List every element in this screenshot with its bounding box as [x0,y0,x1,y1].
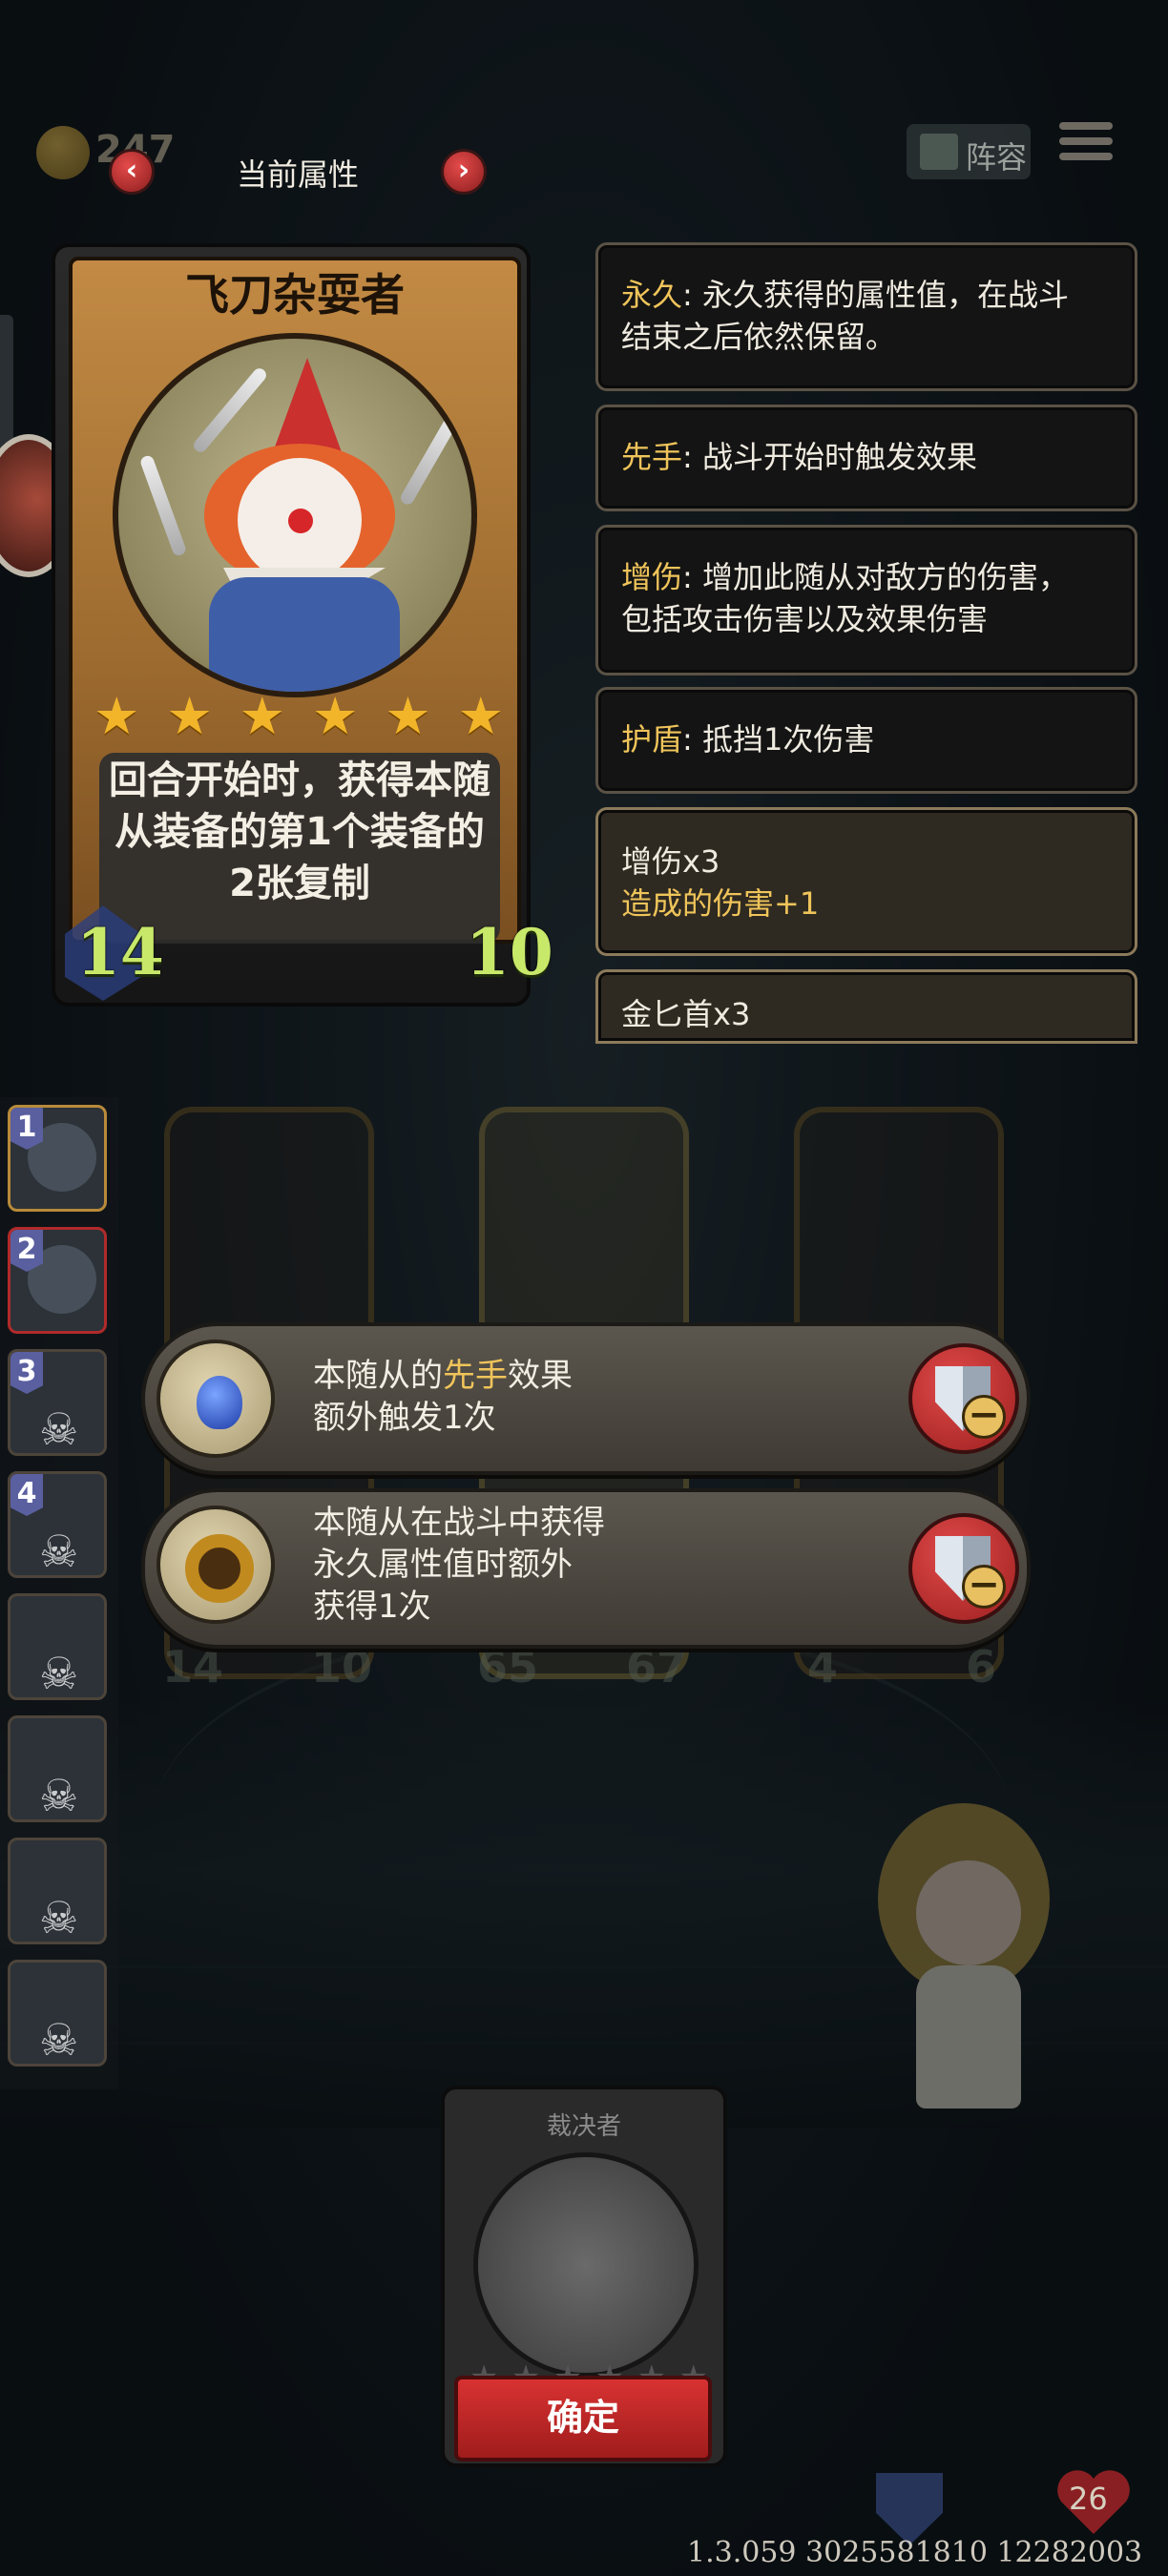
equipment-name: 增伤x3 [621,843,720,880]
version-text: 1.3.059 3025581810 12282003 [687,2536,1143,2569]
star-icon: ★ [94,686,140,746]
side-list-item[interactable]: 4 ☠ [8,1471,107,1578]
clown-body [209,577,400,692]
skull-icon: ☠ [39,1770,79,1821]
side-list-item[interactable]: ☠ [8,1593,107,1700]
card-attack: 14 [76,915,164,989]
skull-icon: ☠ [39,2014,79,2066]
skull-icon: ☠ [39,1648,79,1699]
side-list-item[interactable]: ☠ [8,1960,107,2067]
minus-icon: − [962,1395,1006,1439]
buff-text: 本随从的 [313,1357,443,1395]
clown-portrait [113,333,477,697]
keyword-text: : 增加此随从对敌方的伤害， [682,559,1069,595]
card-description-line: 2张复制 [229,862,370,905]
keyword-label: 增伤 [621,559,683,595]
skull-icon: ☠ [39,1403,79,1455]
gold-ring-icon [156,1506,275,1624]
star-icon: ★ [457,686,504,746]
keyword-text: : 永久获得的属性值，在战斗 [682,277,1069,313]
keyword-damage-boost: 增伤: 增加此随从对敌方的伤害， 包括攻击伤害以及效果伤害 [595,525,1137,675]
remove-buff-button[interactable]: − [908,1343,1019,1454]
side-item-number: 3 [10,1352,43,1394]
side-list-item[interactable]: 3 ☠ [8,1349,107,1456]
buff-text: 本随从在战斗中获得 [313,1504,605,1542]
buff-row-first-strike: 本随从的先手效果 额外触发1次 − [141,1322,1031,1475]
star-icon: ★ [239,686,286,746]
keyword-text: : 抵挡1次伤害 [682,721,875,758]
side-list-item[interactable]: 1 [8,1105,107,1212]
buff-description: 本随从的先手效果 额外触发1次 [313,1355,573,1439]
equipment-gold-dagger[interactable]: 金匕首x3 [595,969,1137,1044]
star-icon: ★ [166,686,213,746]
menu-icon[interactable] [1059,122,1113,168]
side-list-item[interactable]: 2 [8,1227,107,1334]
page-title: 当前属性 [236,156,359,193]
buff-text: 额外触发1次 [313,1399,496,1437]
keyword-text: 结束之后依然保留。 [621,319,897,355]
knight-portrait [473,2152,699,2378]
card-name: 飞刀杂耍者 [185,269,405,321]
side-item-number: 1 [10,1108,43,1150]
card-health: 10 [466,915,553,989]
buff-text: 获得1次 [313,1588,431,1626]
prev-page-button[interactable]: ‹ [109,149,155,195]
card-description-line: 从装备的第1个装备的 [115,810,485,854]
lineup-label: 阵容 [966,139,1028,176]
star-icon: ★ [311,686,359,746]
buff-description: 本随从在战斗中获得 永久属性值时额外 获得1次 [313,1502,605,1628]
keyword-text: : 战斗开始时触发效果 [682,439,977,475]
keyword-label: 永久 [621,277,683,313]
side-item-number: 2 [10,1230,43,1272]
keyword-shield: 护盾: 抵挡1次伤害 [595,687,1137,794]
top-bar: 247 ‹ 当前属性 › 阵容 [0,114,1168,195]
lineup-button[interactable]: 阵容 [907,124,1031,179]
equipment-name: 金匕首x3 [621,996,751,1032]
knife-icon [191,365,269,455]
star-icon: ★ [385,686,431,746]
selected-card-name: 裁决者 [546,2112,621,2141]
side-item-number: 4 [10,1474,43,1516]
skull-icon: ☠ [39,1892,79,1943]
clown-nose [288,509,313,533]
buff-row-permanent: 本随从在战斗中获得 永久属性值时额外 获得1次 − [141,1488,1031,1649]
card-description-line: 回合开始时，获得本随 [109,758,490,802]
buff-text: 永久属性值时额外 [313,1546,573,1584]
minion-side-list: 1 2 3 ☠ 4 ☠ ☠ ☠ ☠ ☠ [0,1097,118,2089]
coin-icon [36,126,90,179]
star-rating: ★ ★ ★ ★ ★ ★ [94,688,504,745]
next-page-button[interactable]: › [441,149,487,195]
keyword-permanent: 永久: 永久获得的属性值，在战斗 结束之后依然保留。 [595,242,1137,391]
side-list-item[interactable]: ☠ [8,1838,107,1944]
card-frame: 飞刀杂耍者 ★ ★ ★ ★ ★ ★ 回合开始时，获得本随 从装备的第1个装备的 2张复制 … [52,243,553,1007]
player-health: 26 [1069,2481,1108,2517]
side-list-item[interactable]: ☠ [8,1715,107,1822]
remove-buff-button[interactable]: − [908,1513,1019,1624]
confirm-button[interactable]: 确定 [454,2376,712,2462]
skull-icon: ☠ [39,1526,79,1577]
keyword-first-strike: 先手: 战斗开始时触发效果 [595,405,1137,511]
knife-icon [138,453,188,558]
keyword-label: 先手 [621,439,683,475]
knife-icon [398,408,463,508]
keyword-text: 包括攻击伤害以及效果伤害 [621,601,989,637]
blue-gem-icon [156,1340,275,1458]
card-description: 回合开始时，获得本随 从装备的第1个装备的 2张复制 [65,755,534,909]
keyword-label: 护盾 [621,721,683,758]
equipment-effect: 造成的伤害+1 [621,885,820,922]
lineup-icon [920,134,958,170]
equipment-damage-boost[interactable]: 增伤x3 造成的伤害+1 [595,807,1137,956]
minion-card: 飞刀杂耍者 ★ ★ ★ ★ ★ ★ 回合开始时，获得本随 从装备的第1个装备的 2张复制 … [38,243,553,1007]
minus-icon: − [962,1565,1006,1609]
buff-keyword: 先手 [443,1357,508,1395]
buff-text: 效果 [508,1357,573,1395]
